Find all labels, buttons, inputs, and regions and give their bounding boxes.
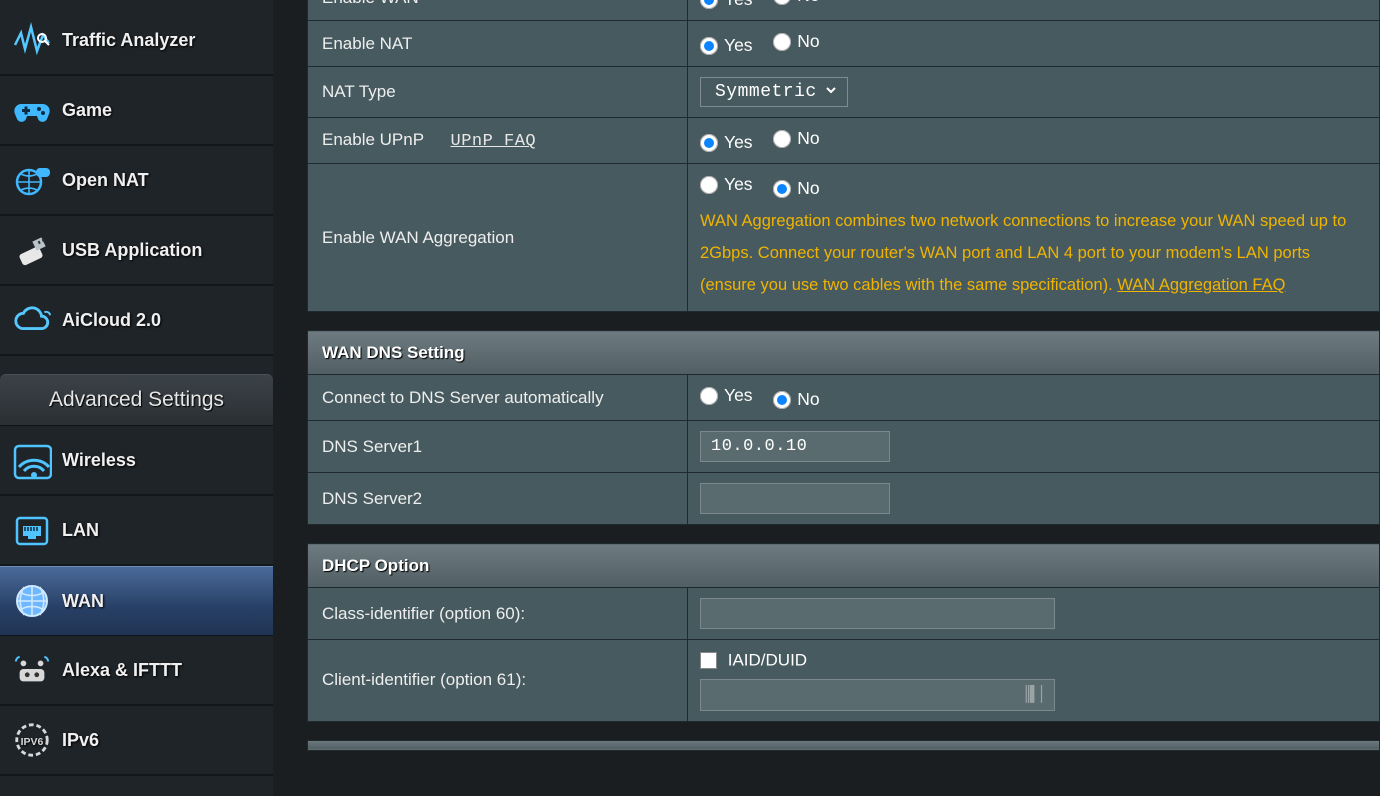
row-enable-wan: Enable WAN Yes No	[308, 0, 1380, 21]
row-dns1: DNS Server1	[308, 421, 1380, 473]
sidebar-item-traffic-analyzer[interactable]: Traffic Analyzer	[0, 6, 273, 76]
sidebar-item-label: LAN	[62, 520, 99, 541]
gamepad-icon	[12, 90, 52, 130]
dhcp-option-table: DHCP Option Class-identifier (option 60)…	[307, 543, 1380, 722]
svg-text:IPV6: IPV6	[21, 737, 44, 748]
radio-enable-upnp-yes[interactable]: Yes	[700, 132, 753, 153]
analyzer-icon	[12, 20, 52, 60]
label-dns1: DNS Server1	[308, 421, 688, 473]
sidebar-item-wan[interactable]: WAN	[0, 566, 273, 636]
sidebar-item-aicloud[interactable]: AiCloud 2.0	[0, 286, 273, 356]
sidebar-item-label: Game	[62, 100, 112, 121]
radio-enable-wan-no[interactable]: No	[773, 0, 819, 6]
hint-wan-aggregation: WAN Aggregation combines two network con…	[700, 205, 1367, 301]
row-option61: Client-identifier (option 61): IAID/DUID…	[308, 640, 1380, 722]
sidebar-item-lan[interactable]: LAN	[0, 496, 273, 566]
select-nat-type-value: Symmetric	[715, 82, 817, 102]
wifi-icon	[12, 440, 52, 480]
row-dns2: DNS Server2	[308, 473, 1380, 525]
radio-wan-agg-yes[interactable]: Yes	[700, 174, 753, 195]
cloud-icon	[12, 300, 52, 340]
sidebar-item-wireless[interactable]: Wireless	[0, 426, 273, 496]
sidebar-item-label: Open NAT	[62, 170, 149, 191]
dns-settings-table: WAN DNS Setting Connect to DNS Server au…	[307, 330, 1380, 525]
link-wan-aggregation-faq[interactable]: WAN Aggregation FAQ	[1117, 276, 1285, 294]
input-dns2[interactable]	[700, 483, 890, 514]
globe-gamepad-icon	[12, 160, 52, 200]
radio-enable-nat-no[interactable]: No	[773, 31, 819, 52]
radio-enable-upnp-no[interactable]: No	[773, 128, 819, 149]
usb-icon	[12, 230, 52, 270]
lan-port-icon	[12, 510, 52, 550]
radio-enable-wan-yes[interactable]: Yes	[700, 0, 753, 10]
input-option61[interactable]: ║▌│	[700, 679, 1055, 711]
label-option60: Class-identifier (option 60):	[308, 588, 688, 640]
chevron-down-icon	[825, 82, 837, 102]
section-wan-dns: WAN DNS Setting	[308, 331, 1380, 375]
ipv6-icon: IPV6	[12, 720, 52, 760]
sidebar-item-alexa-ifttt[interactable]: Alexa & IFTTT	[0, 636, 273, 706]
checkbox-iaid-duid[interactable]	[700, 652, 717, 669]
sidebar-item-ipv6[interactable]: IPV6 IPv6	[0, 706, 273, 776]
main-content: Enable WAN Yes No Enable NAT Yes No NAT …	[273, 0, 1380, 796]
wan-settings-table: Enable WAN Yes No Enable NAT Yes No NAT …	[307, 0, 1380, 312]
radio-enable-nat-yes[interactable]: Yes	[700, 35, 753, 56]
sidebar-item-label: Traffic Analyzer	[62, 30, 195, 51]
row-enable-upnp: Enable UPnP UPnP FAQ Yes No	[308, 118, 1380, 164]
label-enable-wan: Enable WAN	[308, 0, 688, 21]
input-dns1[interactable]	[700, 431, 890, 462]
radio-dns-auto-no[interactable]: No	[773, 389, 819, 410]
label-iaid-duid: IAID/DUID	[728, 651, 807, 670]
section-dhcp-option: DHCP Option	[308, 544, 1380, 588]
label-dns2: DNS Server2	[308, 473, 688, 525]
sidebar-section-advanced: Advanced Settings	[0, 374, 273, 426]
globe-icon	[12, 581, 52, 621]
radio-wan-agg-no[interactable]: No	[773, 178, 819, 199]
barcode-icon: ║▌│	[1023, 685, 1044, 703]
assistant-icon	[12, 650, 52, 690]
link-upnp-faq[interactable]: UPnP FAQ	[451, 132, 537, 151]
sidebar-item-game[interactable]: Game	[0, 76, 273, 146]
sidebar-item-label: USB Application	[62, 240, 202, 261]
sidebar-item-usb-application[interactable]: USB Application	[0, 216, 273, 286]
label-nat-type: NAT Type	[308, 67, 688, 118]
row-dns-auto: Connect to DNS Server automatically Yes …	[308, 375, 1380, 421]
row-enable-wan-aggregation: Enable WAN Aggregation Yes No WAN Aggreg…	[308, 164, 1380, 312]
sidebar-item-open-nat[interactable]: Open NAT	[0, 146, 273, 216]
section-next	[308, 740, 1380, 750]
label-enable-nat: Enable NAT	[308, 21, 688, 67]
input-option60[interactable]	[700, 598, 1055, 629]
sidebar-item-label: IPv6	[62, 730, 99, 751]
sidebar: Traffic Analyzer Game Open NAT USB Appli…	[0, 0, 273, 796]
row-nat-type: NAT Type Symmetric	[308, 67, 1380, 118]
label-option61: Client-identifier (option 61):	[308, 640, 688, 722]
label-dns-auto: Connect to DNS Server automatically	[308, 375, 688, 421]
select-nat-type[interactable]: Symmetric	[700, 77, 848, 107]
sidebar-item-label: AiCloud 2.0	[62, 310, 161, 331]
sidebar-item-label: Alexa & IFTTT	[62, 660, 182, 681]
label-wan-aggregation: Enable WAN Aggregation	[308, 164, 688, 312]
radio-dns-auto-yes[interactable]: Yes	[700, 385, 753, 406]
sidebar-item-label: Wireless	[62, 450, 136, 471]
row-option60: Class-identifier (option 60):	[308, 588, 1380, 640]
label-enable-upnp: Enable UPnP	[322, 130, 424, 149]
sidebar-item-label: WAN	[62, 591, 104, 612]
row-enable-nat: Enable NAT Yes No	[308, 21, 1380, 67]
